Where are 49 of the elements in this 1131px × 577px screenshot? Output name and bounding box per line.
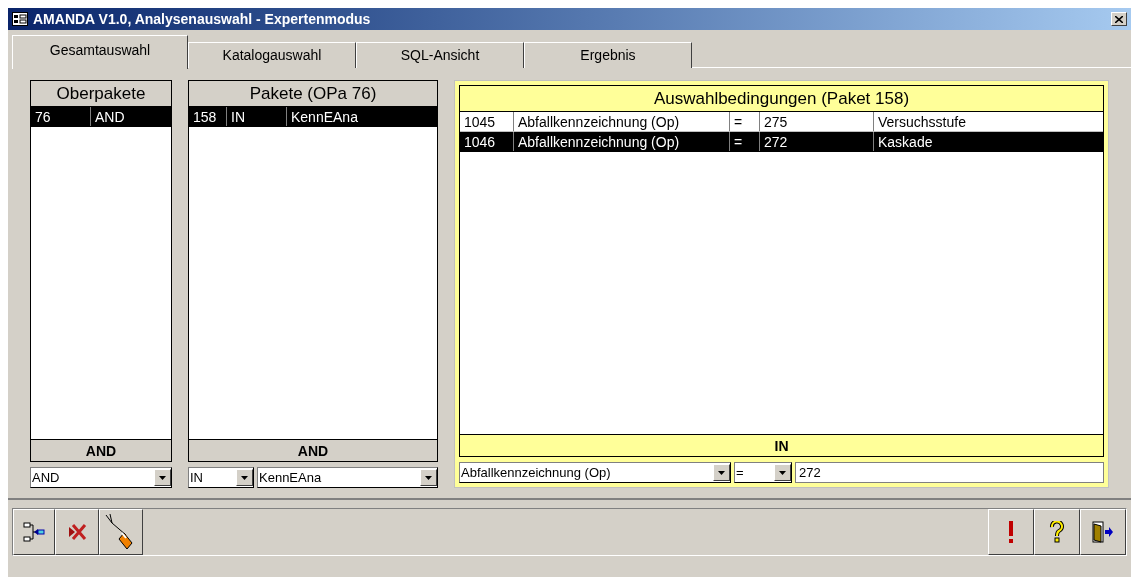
list-row[interactable]: 1046 Abfallkennzeichnung (Op) = 272 Kaskade [460, 132, 1103, 152]
pen-button[interactable] [99, 509, 143, 555]
door-exit-icon [1092, 521, 1114, 543]
tab[interactable]: Gesamtauswahl [12, 35, 188, 69]
app-icon [12, 12, 28, 26]
combo-box[interactable]: KennEAna [257, 467, 438, 488]
combo-value: Abfallkennzeichnung (Op) [460, 463, 612, 482]
list-cell: 272 [760, 132, 874, 151]
list-cell: Abfallkennzeichnung (Op) [514, 112, 730, 131]
combo-box[interactable]: Abfallkennzeichnung (Op) [459, 462, 731, 483]
list-cell: 1045 [460, 112, 514, 131]
list-cell: 76 [31, 107, 91, 126]
question-mark-icon [1049, 521, 1065, 543]
close-icon [1115, 15, 1123, 23]
list-cell: 1046 [460, 132, 514, 151]
list-cell-text: AND [94, 108, 126, 126]
delete-button[interactable] [55, 509, 99, 555]
combo-value: IN [189, 468, 204, 487]
exclamation-icon [1008, 521, 1014, 543]
insert-button[interactable] [13, 509, 55, 555]
list-cell-text: KennEAna [290, 108, 359, 126]
tab[interactable]: Katalogauswahl [188, 42, 356, 68]
combo-box[interactable]: IN [188, 467, 254, 488]
tab[interactable]: SQL-Ansicht [356, 42, 524, 68]
combo-value: KennEAna [258, 468, 323, 487]
run-button[interactable] [988, 509, 1034, 555]
help-button[interactable] [1034, 509, 1080, 555]
combo-box[interactable]: = [734, 462, 792, 483]
combo-value: AND [31, 468, 61, 487]
list-row[interactable]: 1045 Abfallkennzeichnung (Op) = 275 Versuchsstufe [460, 112, 1103, 132]
exit-button[interactable] [1080, 509, 1126, 555]
list-cell: = [730, 112, 760, 131]
close-button[interactable] [1111, 12, 1127, 26]
combo-box[interactable]: AND [30, 467, 172, 488]
window-title: AMANDA V1.0, Analysenauswahl - Expertenmodus [33, 9, 372, 29]
list-row[interactable]: 76 AND [31, 107, 171, 127]
insert-arrow-icon [23, 522, 45, 542]
list-row[interactable]: 158 IN KennEAna [189, 107, 437, 127]
tab[interactable]: Ergebnis [524, 42, 692, 68]
list-cell: 158 [189, 107, 227, 126]
list-cell: = [730, 132, 760, 151]
list-cell: IN [227, 107, 287, 126]
combo-value: = [735, 463, 745, 482]
cross-icon [67, 523, 87, 541]
list-cell-text: Versuchsstufe [877, 113, 967, 131]
list-cell-text: Kaskade [877, 133, 934, 151]
value-field[interactable]: 272 [795, 462, 1104, 483]
list-cell: 275 [760, 112, 874, 131]
list-cell: Abfallkennzeichnung (Op) [514, 132, 730, 151]
